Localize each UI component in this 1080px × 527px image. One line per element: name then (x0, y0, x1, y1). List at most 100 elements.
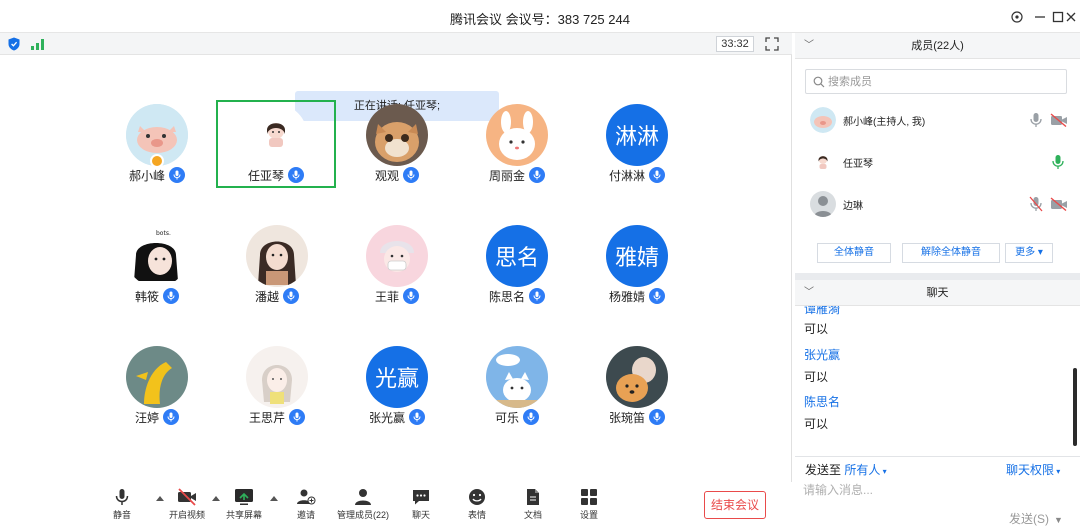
chat-label: 聊天 (411, 510, 430, 520)
painted-girl-icon (246, 225, 308, 287)
video-options-caret[interactable] (212, 496, 220, 501)
share-screen-icon (235, 489, 253, 505)
participant-tile[interactable]: 潘越 (217, 221, 337, 309)
participant-name-row: 杨雅婧 (577, 287, 697, 305)
initials-avatar: 思名 (486, 225, 548, 287)
docs-button[interactable]: 文档 (519, 488, 547, 524)
participant-tile[interactable]: 汪婷 (97, 342, 217, 430)
member-row[interactable]: 郝小峰(主持人, 我) (795, 100, 1080, 140)
chevron-down-icon[interactable]: ▼ (1054, 515, 1063, 525)
participant-tile[interactable]: 周丽金 (457, 100, 577, 188)
settings-icon[interactable] (1006, 6, 1028, 28)
share-screen-label: 共享屏幕 (225, 510, 262, 520)
participant-name-row: 潘越 (217, 287, 337, 305)
chat-panel-header[interactable]: ﹀ 聊天 (795, 280, 1080, 306)
mic-icon (403, 167, 419, 183)
emoji-button[interactable]: 表情 (463, 488, 491, 524)
settings-button[interactable]: 设置 (575, 488, 603, 524)
side-panel: ﹀ 成员(22人) 郝小峰(主持人, 我) 任亚琴 边琳 全体静音 解除全体静音… (795, 33, 1080, 527)
share-screen-button[interactable]: 共享屏幕 (223, 488, 265, 524)
participant-name: 王思芹 (248, 410, 285, 425)
chat-message: 可以 (804, 370, 829, 384)
microphone-muted-icon[interactable] (1029, 112, 1043, 128)
chat-input[interactable] (803, 480, 1073, 500)
video-grid-area: 33:32 正在讲话: 任亚琴; 郝小峰 任亚琴 观观 周丽金 淋淋 付淋淋 b… (0, 33, 792, 527)
share-options-caret[interactable] (270, 496, 278, 501)
more-button[interactable]: 更多 ▾ (1005, 243, 1053, 263)
bunny-icon (486, 104, 548, 166)
search-input[interactable] (828, 73, 1058, 90)
close-button[interactable] (1060, 6, 1080, 28)
invite-button[interactable]: 邀请 (292, 488, 320, 524)
panel-divider (795, 273, 1080, 280)
sky-cat-icon (486, 346, 548, 408)
pig-icon (810, 107, 836, 133)
mic-icon (288, 167, 304, 183)
initials-avatar: 淋淋 (606, 104, 668, 166)
member-row[interactable]: 边琳 (795, 184, 1080, 224)
svg-text:bots.: bots. (156, 230, 171, 237)
mic-icon (283, 288, 299, 304)
participant-name: 汪婷 (134, 410, 159, 425)
security-shield-icon[interactable] (8, 37, 20, 51)
add-user-icon (297, 489, 316, 505)
unmute-all-button[interactable]: 解除全体静音 (902, 243, 1000, 263)
emoji-label: 表情 (467, 510, 486, 520)
participant-tile[interactable]: 可乐 (457, 342, 577, 430)
participant-name-row: 任亚琴 (218, 166, 334, 184)
members-panel-header[interactable]: ﹀ 成员(22人) (795, 33, 1080, 59)
participant-tile[interactable]: 观观 (337, 100, 457, 188)
network-signal-icon[interactable] (31, 38, 45, 50)
mute-options-caret[interactable] (156, 496, 164, 501)
end-meeting-button[interactable]: 结束会议 (704, 491, 766, 519)
participant-tile-selected[interactable]: 任亚琴 (216, 100, 336, 188)
participant-name: 任亚琴 (247, 168, 284, 183)
microphone-active-icon[interactable] (1051, 154, 1065, 170)
sketch-girl-icon (246, 346, 308, 408)
participant-tile[interactable]: 郝小峰 (97, 100, 217, 188)
chevron-down-icon[interactable]: ﹀ (804, 33, 814, 59)
send-to-selector[interactable]: 发送至 所有人 ▾ (805, 461, 887, 478)
participant-tile[interactable]: 光赢 张光赢 (337, 342, 457, 430)
participant-name-row: 王菲 (337, 287, 457, 305)
chat-message-list[interactable]: 谭雁漪 可以 张光赢 可以 陈思名 可以 (795, 306, 1080, 452)
manage-members-button[interactable]: 管理成员(22) (335, 488, 391, 524)
meeting-timer: 33:32 (716, 36, 754, 52)
send-to-value[interactable]: 所有人 (844, 463, 880, 477)
member-row[interactable]: 任亚琴 (795, 142, 1080, 182)
participant-tile[interactable]: 雅婧 杨雅婧 (577, 221, 697, 309)
mute-button[interactable]: 静音 (108, 488, 136, 524)
start-video-button[interactable]: 开启视频 (166, 488, 208, 524)
docs-label: 文档 (523, 510, 542, 520)
mute-all-button[interactable]: 全体静音 (817, 243, 891, 263)
mic-icon (649, 167, 665, 183)
participant-name-row: 陈思名 (457, 287, 577, 305)
meeting-toolbar: 静音 开启视频 共享屏幕 邀请 管理成员(22) 聊天 表情 文档 设置 (0, 482, 792, 527)
search-icon (813, 76, 825, 88)
participant-tile[interactable]: 王菲 (337, 221, 457, 309)
participant-name-row: 周丽金 (457, 166, 577, 184)
participant-tile[interactable]: 思名 陈思名 (457, 221, 577, 309)
camera-off-icon[interactable] (1050, 197, 1068, 211)
camera-off-icon (178, 488, 196, 506)
camera-off-icon[interactable] (1050, 113, 1068, 127)
chat-scrollbar[interactable] (1073, 368, 1077, 446)
participant-tile[interactable]: 淋淋 付淋淋 (577, 100, 697, 188)
fullscreen-icon[interactable] (765, 37, 779, 51)
chat-button[interactable]: 聊天 (407, 488, 435, 524)
mic-icon (523, 409, 539, 425)
mute-label: 静音 (112, 510, 131, 520)
chat-permission-button[interactable]: 聊天权限 ▾ (1006, 461, 1060, 478)
chevron-down-icon[interactable]: ﹀ (804, 280, 814, 306)
member-search[interactable] (805, 69, 1067, 94)
participant-tile[interactable]: 王思芹 (217, 342, 337, 430)
microphone-muted-icon[interactable] (1029, 196, 1043, 212)
mic-icon (163, 409, 179, 425)
send-button[interactable]: 发送(S) ▼ (1009, 510, 1063, 527)
participant-name-row: 张光赢 (337, 408, 457, 426)
participant-tile[interactable]: 张琬笛 (577, 342, 697, 430)
girl-icon (245, 104, 307, 166)
participant-tile[interactable]: bots. 韩筱 (97, 221, 217, 309)
manage-members-label: 管理成员(22) (336, 510, 389, 520)
cat-icon (366, 104, 428, 166)
